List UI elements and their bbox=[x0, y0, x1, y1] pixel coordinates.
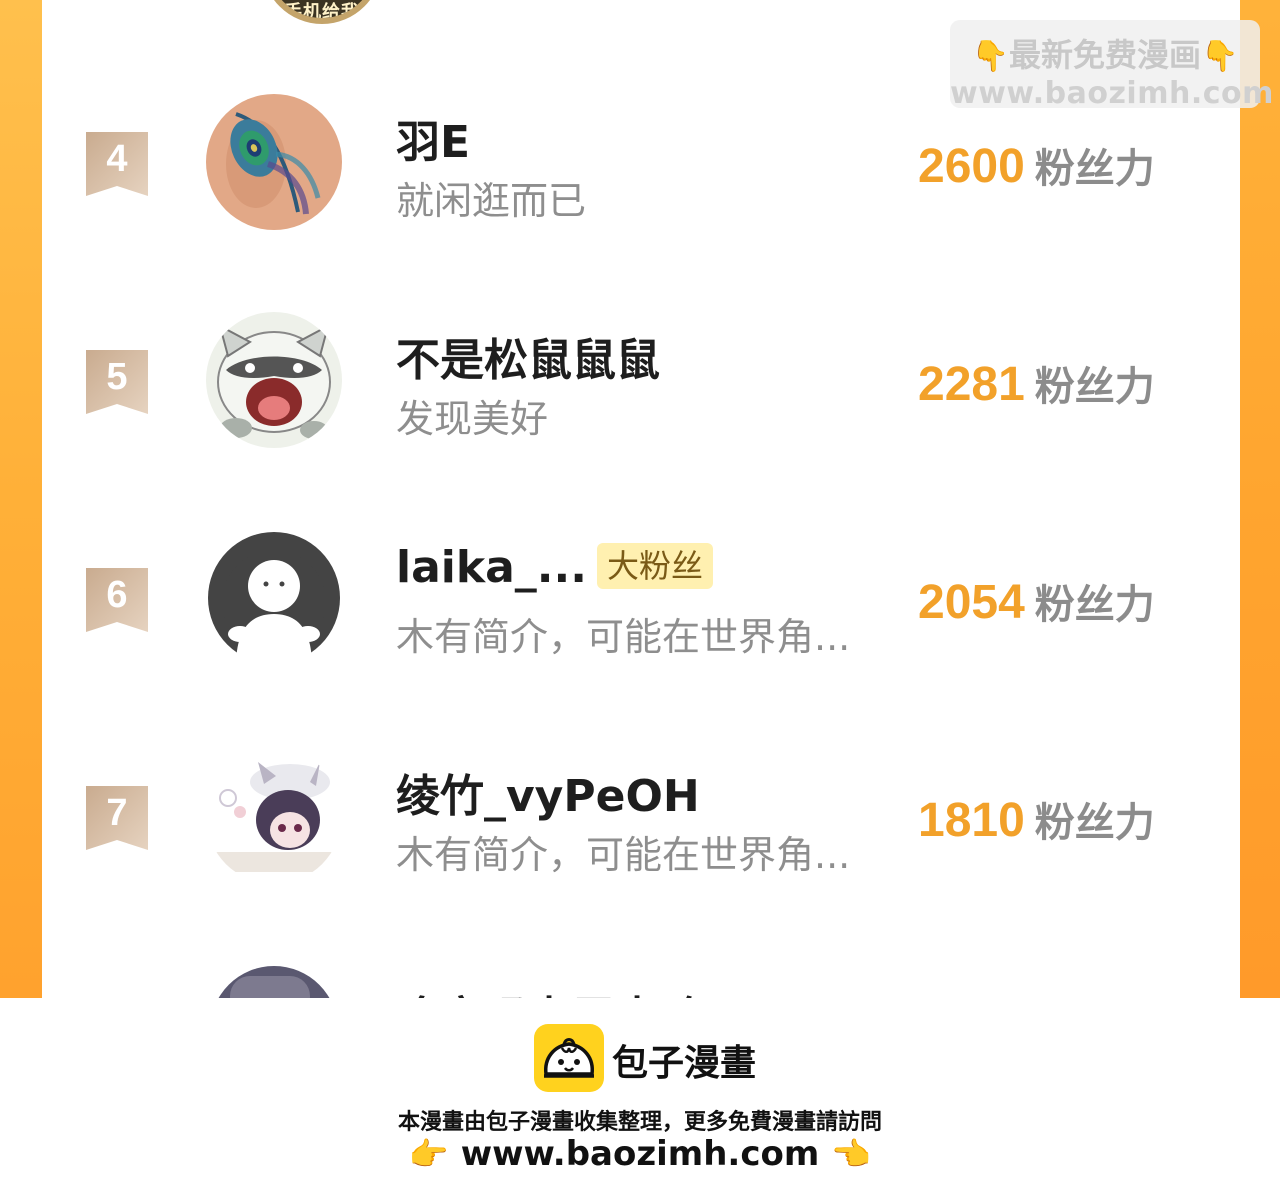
user-name[interactable]: 绫竹_vyPeOH bbox=[396, 760, 700, 824]
user-name[interactable]: 咚宝玛卡巴卡哈 bbox=[396, 982, 704, 998]
fan-score-value: 2281 bbox=[918, 358, 1025, 411]
fan-score-unit: 粉丝力 bbox=[1034, 146, 1155, 192]
bun-logo-icon bbox=[534, 1024, 604, 1092]
brand-name: 包子漫畫 bbox=[612, 1043, 757, 1084]
user-bio: 木有简介，可能在世界角... bbox=[396, 833, 851, 877]
pointing-left-icon: 👈 bbox=[831, 1135, 872, 1173]
rank-number: 7 bbox=[106, 792, 128, 834]
user-bio: 木有简介，可能在世界角... bbox=[396, 615, 851, 659]
footer-notice: 本漫畫由包子漫畫收集整理，更多免費漫畫請訪問 bbox=[397, 1110, 882, 1135]
list-item-rank-8-partial[interactable]: 咚宝玛卡巴卡哈 bbox=[0, 960, 1280, 998]
list-item-rank-4[interactable]: 4 羽E 就闲逛而已 2600 粉丝力 bbox=[0, 94, 1280, 244]
fan-score-unit: 粉丝力 bbox=[1034, 364, 1155, 410]
avatar-caption: 手机给我 bbox=[284, 2, 360, 23]
rank-number: 4 bbox=[106, 138, 128, 180]
list-item-rank-7[interactable]: 7 绫竹_vyPeOH 木有简介，可能在世界角... 1810 粉丝力 bbox=[0, 748, 1280, 898]
footer: 包子漫畫 本漫畫由包子漫畫收集整理，更多免費漫畫請訪問 👉 www.baozimh… bbox=[0, 998, 1280, 1199]
rank-ribbon: 5 bbox=[86, 350, 148, 414]
big-fan-badge: 大粉丝 bbox=[596, 543, 713, 589]
list-item-rank-6[interactable]: 6 laika_... 大粉丝 木有简介，可能在世界角... 2054 粉丝力 bbox=[0, 530, 1280, 680]
watermark-title-text: 最新免费漫画 bbox=[1008, 36, 1201, 74]
fan-score: 2600 粉丝力 bbox=[918, 136, 1155, 194]
user-name[interactable]: 不是松鼠鼠鼠 bbox=[396, 324, 660, 388]
rank-ribbon: 6 bbox=[86, 568, 148, 632]
user-name[interactable]: laika_... 大粉丝 bbox=[396, 542, 713, 593]
user-name[interactable]: 羽E bbox=[396, 106, 470, 170]
fan-score-unit: 粉丝力 bbox=[1034, 800, 1155, 846]
raccoon-avatar[interactable] bbox=[206, 312, 342, 448]
footer-url-line: 👉 www.baozimh.com 👈 bbox=[0, 1134, 1280, 1174]
partial-avatar[interactable] bbox=[210, 966, 338, 998]
pointing-right-icon: 👉 bbox=[408, 1135, 449, 1173]
rank-number: 5 bbox=[106, 356, 128, 398]
fan-score-value: 2054 bbox=[918, 576, 1025, 629]
list-item-rank-5[interactable]: 5 不是松鼠鼠鼠 发现美好 2281 粉丝力 bbox=[0, 312, 1280, 462]
watermark-title: 👇最新免费漫画👇 bbox=[950, 30, 1260, 76]
footer-url[interactable]: www.baozimh.com bbox=[461, 1134, 820, 1174]
rank-number: 6 bbox=[106, 574, 128, 616]
fan-score-unit: 粉丝力 bbox=[1034, 582, 1155, 628]
peacock-feather-avatar[interactable] bbox=[206, 94, 342, 230]
avatar-rank-3-partial[interactable]: 手机给我 bbox=[262, 0, 382, 24]
anime-cat-girl-avatar[interactable] bbox=[206, 748, 342, 884]
watermark-banner: 👇最新免费漫画👇 www.baozimh.com bbox=[950, 20, 1274, 111]
default-user-avatar[interactable] bbox=[206, 530, 342, 666]
pointing-down-icon: 👇 bbox=[1201, 39, 1239, 74]
user-name-text[interactable]: laika_... bbox=[396, 542, 587, 593]
fan-score: 2054 粉丝力 bbox=[918, 572, 1155, 630]
fan-score: 2281 粉丝力 bbox=[918, 354, 1155, 412]
fan-score-value: 1810 bbox=[918, 794, 1025, 847]
rank-ribbon: 4 bbox=[86, 132, 148, 196]
fan-score: 1810 粉丝力 bbox=[918, 790, 1155, 848]
pointing-down-icon: 👇 bbox=[971, 39, 1009, 74]
rank-ribbon: 7 bbox=[86, 786, 148, 850]
user-bio: 就闲逛而已 bbox=[396, 179, 587, 223]
watermark-url: www.baozimh.com bbox=[950, 76, 1274, 111]
fan-score-value: 2600 bbox=[918, 140, 1025, 193]
user-bio: 发现美好 bbox=[396, 397, 549, 441]
